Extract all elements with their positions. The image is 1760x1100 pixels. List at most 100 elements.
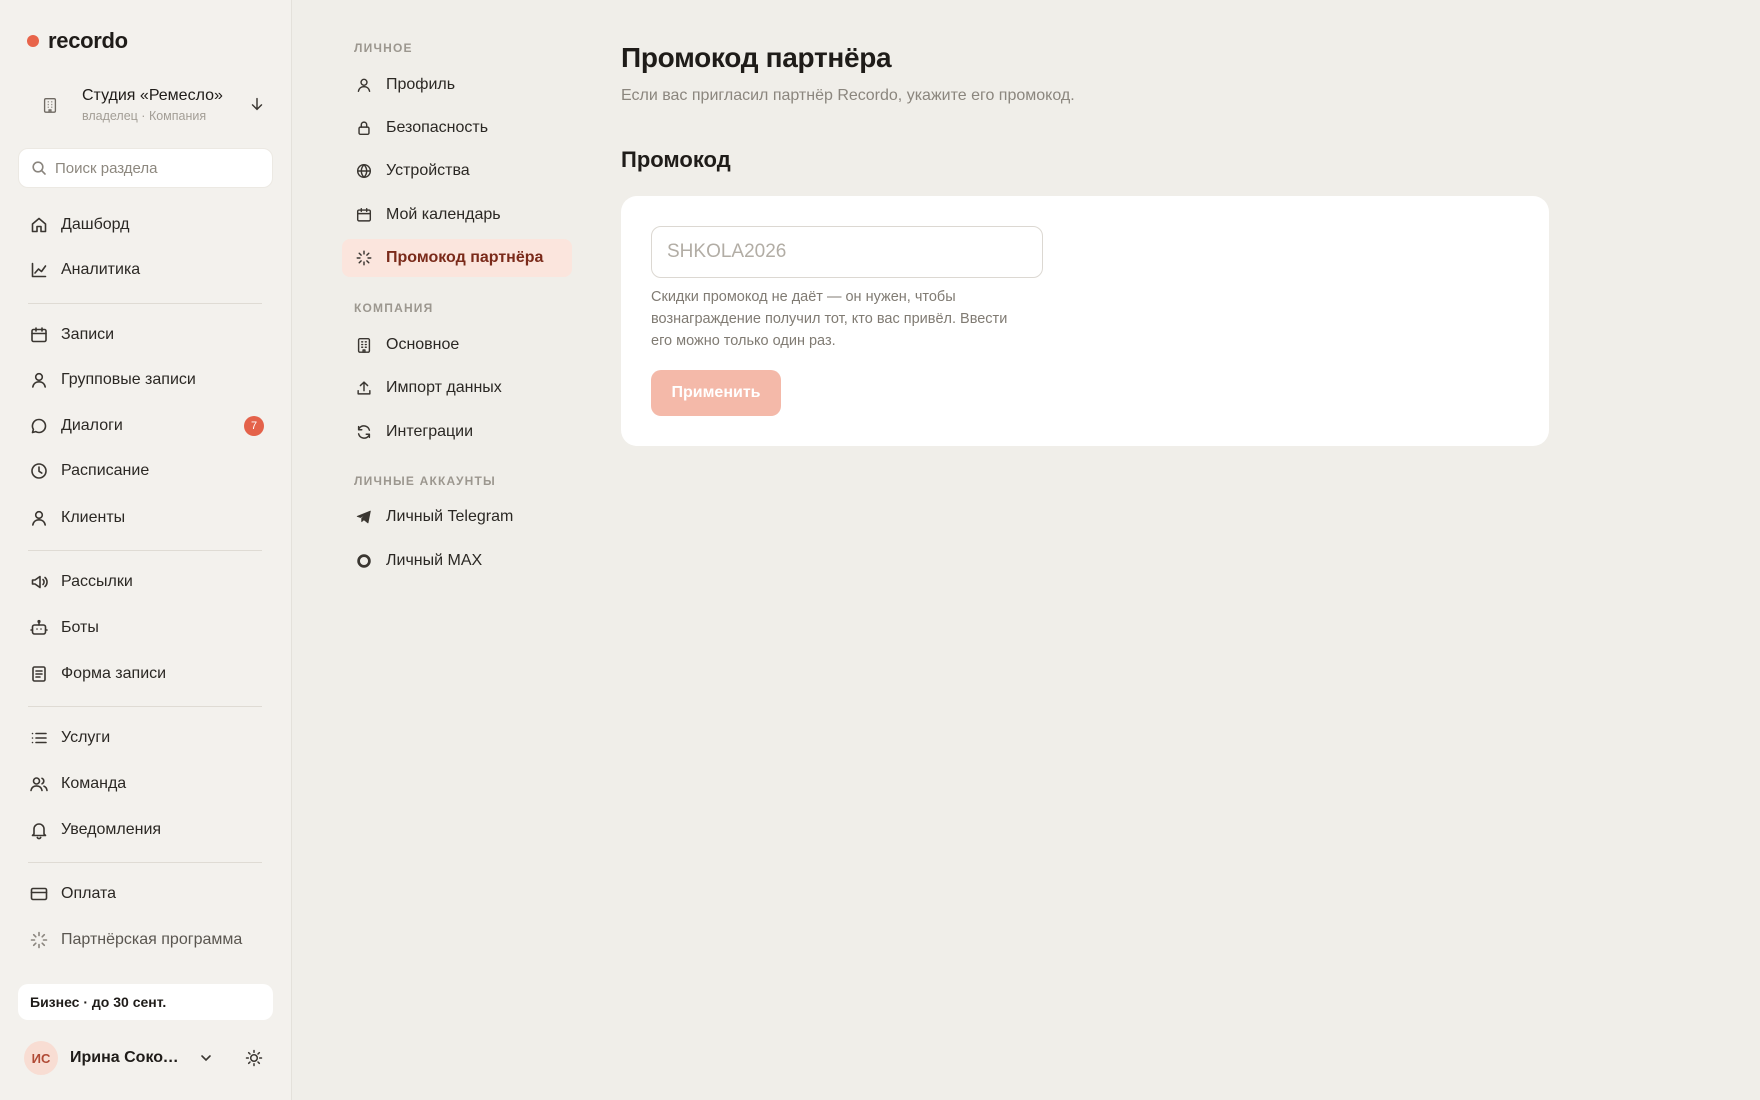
settings-item-label: Интеграции xyxy=(386,423,474,440)
bell-icon xyxy=(29,820,49,840)
avatar: ИС xyxy=(24,1041,58,1075)
user-menu[interactable]: ИС Ирина Соколова xyxy=(24,1040,274,1076)
search-box xyxy=(18,148,273,188)
page-title: Промокод партнёра xyxy=(621,42,892,73)
sidebar-item-label: Клиенты xyxy=(61,509,126,526)
building-icon xyxy=(354,335,374,355)
sparkle-icon xyxy=(354,248,374,268)
upload-icon xyxy=(354,378,374,398)
settings-item-integrations[interactable]: Интеграции xyxy=(342,413,572,451)
logo-dot xyxy=(27,35,39,47)
sidebar-item-label: Боты xyxy=(61,619,99,636)
sidebar-item-dashboard[interactable]: Дашборд xyxy=(18,207,274,243)
org-name: Студия «Ремесло» xyxy=(82,87,223,104)
section-title: Промокод xyxy=(621,147,731,172)
search-icon xyxy=(31,160,47,176)
section-header-company: КОМПАНИЯ xyxy=(354,301,434,315)
lock-icon xyxy=(354,118,374,138)
card-icon xyxy=(29,884,49,904)
sidebar-item-dialogs[interactable]: Диалоги 7 xyxy=(18,408,274,444)
section-header-personal: ЛИЧНОЕ xyxy=(354,41,413,55)
sidebar-item-label: Форма записи xyxy=(61,665,167,682)
search-input[interactable] xyxy=(55,159,255,177)
settings-item-label: Мой календарь xyxy=(386,206,501,223)
sidebar-item-group-records[interactable]: Групповые записи xyxy=(18,362,274,398)
divider xyxy=(28,550,262,551)
home-icon xyxy=(29,215,49,235)
telegram-icon xyxy=(354,507,374,527)
sidebar-item-payment[interactable]: Оплата xyxy=(18,876,274,912)
sidebar-item-notifications[interactable]: Уведомления xyxy=(18,812,274,848)
sidebar-item-label: Рассылки xyxy=(61,573,133,590)
page-subtitle: Если вас пригласил партнёр Recordo, укаж… xyxy=(621,87,1075,104)
chart-icon xyxy=(29,260,49,280)
plan-badge[interactable]: Бизнес · до 30 сент. xyxy=(18,984,273,1020)
apply-button[interactable]: Применить xyxy=(651,370,781,416)
sidebar-item-schedule[interactable]: Расписание xyxy=(18,453,274,489)
sidebar-item-label: Уведомления xyxy=(61,821,162,838)
settings-item-devices[interactable]: Устройства xyxy=(342,152,572,190)
list-icon xyxy=(29,728,49,748)
sidebar-item-label: Аналитика xyxy=(61,261,141,278)
form-icon xyxy=(29,664,49,684)
chevron-down-icon[interactable] xyxy=(198,1050,214,1066)
settings-item-label: Импорт данных xyxy=(386,379,502,396)
logo[interactable]: recordo xyxy=(27,28,128,54)
sidebar-item-label: Партнёрская программа xyxy=(61,931,243,948)
org-role: владелец · Компания xyxy=(82,109,207,123)
user-name: Ирина Соколова xyxy=(70,1049,188,1066)
settings-item-profile[interactable]: Профиль xyxy=(342,66,572,104)
divider xyxy=(28,706,262,707)
user-icon xyxy=(29,508,49,528)
sidebar-item-label: Дашборд xyxy=(61,216,130,233)
sun-icon[interactable] xyxy=(244,1048,264,1068)
sidebar-item-partner-program[interactable]: Партнёрская программа xyxy=(18,922,274,958)
settings-item-label: Безопасность xyxy=(386,119,489,136)
arrow-down-icon[interactable] xyxy=(248,95,268,115)
settings-item-label: Личный MAX xyxy=(386,552,483,569)
sidebar-item-services[interactable]: Услуги xyxy=(18,720,274,756)
settings-item-general[interactable]: Основное xyxy=(342,326,572,364)
sidebar-item-mailings[interactable]: Рассылки xyxy=(18,564,274,600)
settings-item-security[interactable]: Безопасность xyxy=(342,109,572,147)
settings-item-partner-promo[interactable]: Промокод партнёра xyxy=(342,239,572,277)
unread-badge: 7 xyxy=(244,416,264,436)
team-icon xyxy=(29,774,49,794)
sidebar-item-label: Услуги xyxy=(61,729,111,746)
settings-item-label: Устройства xyxy=(386,162,470,179)
sidebar-item-label: Команда xyxy=(61,775,127,792)
sidebar-item-bots[interactable]: Боты xyxy=(18,610,274,646)
sidebar-item-booking-form[interactable]: Форма записи xyxy=(18,656,274,692)
settings-item-label: Личный Telegram xyxy=(386,508,514,525)
calendar-icon xyxy=(29,325,49,345)
org-switcher[interactable]: Студия «Ремесло» владелец · Компания xyxy=(18,76,274,134)
refresh-icon xyxy=(354,422,374,442)
bot-icon xyxy=(29,618,49,638)
sidebar-item-label: Записи xyxy=(61,326,115,343)
max-icon xyxy=(354,551,374,571)
user-icon xyxy=(354,75,374,95)
settings-item-personal-max[interactable]: Личный MAX xyxy=(342,542,572,580)
sidebar-item-analytics[interactable]: Аналитика xyxy=(18,252,274,288)
sidebar-item-clients[interactable]: Клиенты xyxy=(18,500,274,536)
settings-item-personal-telegram[interactable]: Личный Telegram xyxy=(342,498,572,536)
promo-code-input[interactable] xyxy=(651,226,1043,278)
sidebar: recordo Студия «Ремесло» владелец · Комп… xyxy=(0,0,292,1100)
logo-text: recordo xyxy=(48,28,128,53)
calendar-icon xyxy=(354,205,374,225)
user-icon xyxy=(29,370,49,390)
sidebar-item-label: Оплата xyxy=(61,885,117,902)
megaphone-icon xyxy=(29,572,49,592)
section-header-personal-accounts: ЛИЧНЫЕ АККАУНТЫ xyxy=(354,474,496,488)
chat-icon xyxy=(29,416,49,436)
settings-item-import[interactable]: Импорт данных xyxy=(342,369,572,407)
promo-card: Скидки промокод не даёт — он нужен, чтоб… xyxy=(621,196,1549,446)
sidebar-item-records[interactable]: Записи xyxy=(18,317,274,353)
building-icon xyxy=(32,87,68,123)
sidebar-item-team[interactable]: Команда xyxy=(18,766,274,802)
sidebar-item-label: Диалоги xyxy=(61,417,123,434)
settings-item-my-calendar[interactable]: Мой календарь xyxy=(342,196,572,234)
clock-icon xyxy=(29,461,49,481)
divider xyxy=(28,303,262,304)
sidebar-item-label: Групповые записи xyxy=(61,371,196,388)
